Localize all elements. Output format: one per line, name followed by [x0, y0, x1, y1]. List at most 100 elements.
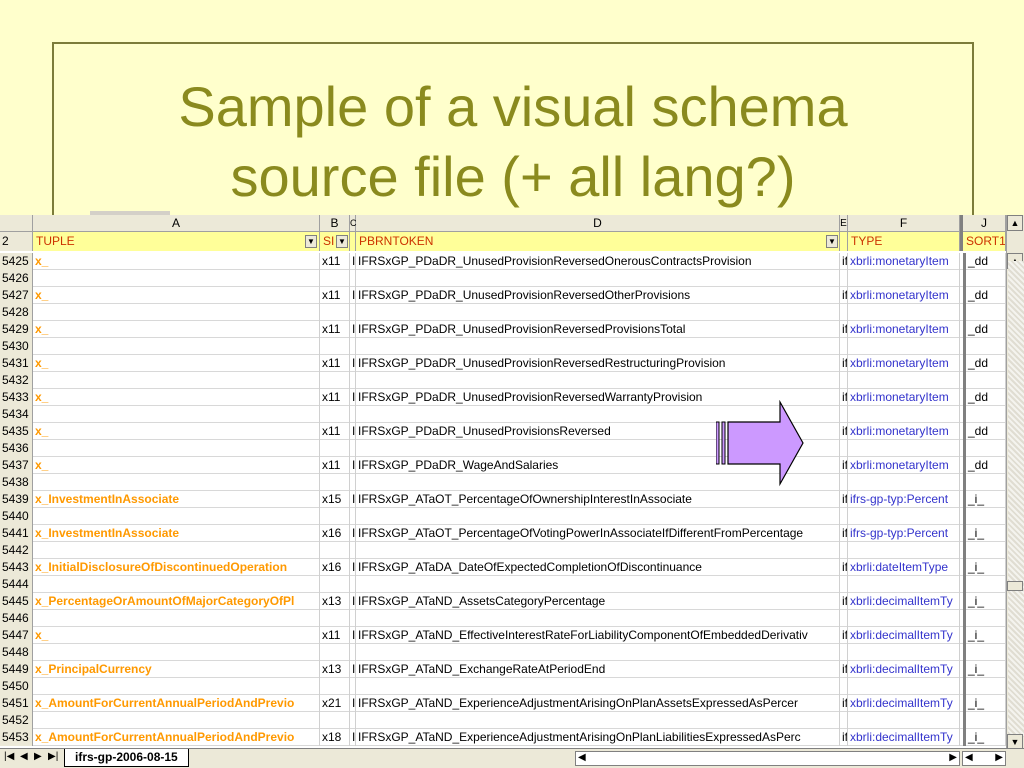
cell-tuple[interactable]: x_InitialDisclosureOfDiscontinuedOperati…	[33, 559, 320, 576]
cell-si[interactable]	[320, 474, 350, 491]
col-header-f[interactable]: F	[848, 215, 960, 232]
cell-tuple[interactable]	[33, 440, 320, 457]
cell-si[interactable]	[320, 678, 350, 695]
row-number[interactable]: 5446	[0, 610, 33, 627]
cell-pbrntoken[interactable]	[356, 678, 840, 695]
cell-tuple[interactable]: x_AmountForCurrentAnnualPeriodAndPrevio	[33, 729, 320, 746]
cell-pbrntoken[interactable]: IFRSxGP_PDaDR_UnusedProvisionReversedPro…	[356, 321, 840, 338]
cell-si[interactable]: x21	[320, 695, 350, 712]
cell-si[interactable]	[320, 644, 350, 661]
cell-si[interactable]	[320, 338, 350, 355]
cell-pbrntoken[interactable]	[356, 372, 840, 389]
row-number[interactable]: 5442	[0, 542, 33, 559]
scroll-up-icon[interactable]: ▲	[1007, 215, 1023, 231]
cell-type[interactable]	[848, 338, 960, 355]
scroll-right-icon[interactable]: ▶	[949, 752, 957, 763]
prev-sheet-icon[interactable]: ◀	[20, 751, 28, 762]
cell-pbrntoken[interactable]: IFRSxGP_ATaND_ExperienceAdjustmentArisin…	[356, 695, 840, 712]
cell-sort1[interactable]	[963, 644, 1006, 661]
cell-e[interactable]	[840, 542, 848, 559]
cell-pbrntoken[interactable]: IFRSxGP_PDaDR_UnusedProvisionReversedRes…	[356, 355, 840, 372]
cell-type[interactable]	[848, 440, 960, 457]
cell-e[interactable]: if	[840, 661, 848, 678]
first-sheet-icon[interactable]: |◀	[4, 751, 14, 762]
cell-tuple[interactable]: x_	[33, 321, 320, 338]
cell-type[interactable]	[848, 372, 960, 389]
cell-si[interactable]	[320, 508, 350, 525]
cell-si[interactable]	[320, 406, 350, 423]
cell-si[interactable]: x11	[320, 321, 350, 338]
cell-e[interactable]: if	[840, 559, 848, 576]
row-number[interactable]: 5425	[0, 253, 33, 270]
cell-tuple[interactable]	[33, 372, 320, 389]
cell-e[interactable]: if	[840, 491, 848, 508]
cell-pbrntoken[interactable]: IFRSxGP_PDaDR_UnusedProvisionReversedOne…	[356, 253, 840, 270]
cell-si[interactable]: x11	[320, 287, 350, 304]
cell-si[interactable]: x11	[320, 355, 350, 372]
cell-si[interactable]: x15	[320, 491, 350, 508]
cell-e[interactable]: if	[840, 423, 848, 440]
cell-e[interactable]	[840, 372, 848, 389]
row-number[interactable]: 5448	[0, 644, 33, 661]
header-cell-type[interactable]: TYPE	[848, 232, 960, 251]
cell-type[interactable]: xbrli:dateItemType	[848, 559, 960, 576]
col-header-a[interactable]: A	[33, 215, 320, 232]
cell-si[interactable]: x11	[320, 457, 350, 474]
cell-pbrntoken[interactable]: IFRSxGP_ATaND_ExperienceAdjustmentArisin…	[356, 729, 840, 746]
cell-pbrntoken[interactable]	[356, 542, 840, 559]
cell-sort1[interactable]: _dd	[963, 253, 1006, 270]
row-number[interactable]: 5441	[0, 525, 33, 542]
cell-type[interactable]	[848, 406, 960, 423]
cell-sort1[interactable]	[963, 610, 1006, 627]
cell-tuple[interactable]	[33, 712, 320, 729]
cell-type[interactable]: xbrli:decimalItemTy	[848, 729, 960, 746]
row-number[interactable]: 2	[0, 232, 33, 251]
cell-e[interactable]	[840, 440, 848, 457]
cell-pbrntoken[interactable]: IFRSxGP_ATaDA_DateOfExpectedCompletionOf…	[356, 559, 840, 576]
cell-si[interactable]: x18	[320, 729, 350, 746]
cell-sort1[interactable]	[963, 406, 1006, 423]
cell-sort1[interactable]	[963, 508, 1006, 525]
cell-type[interactable]: xbrli:decimalItemTy	[848, 695, 960, 712]
cell-tuple[interactable]: x_	[33, 355, 320, 372]
cell-type[interactable]: ifrs-gp-typ:Percent	[848, 525, 960, 542]
cell-pbrntoken[interactable]	[356, 508, 840, 525]
cell-tuple[interactable]: x_	[33, 627, 320, 644]
col-header-j[interactable]: J	[960, 215, 1006, 232]
row-number[interactable]: 5428	[0, 304, 33, 321]
cell-sort1[interactable]	[963, 372, 1006, 389]
cell-pbrntoken[interactable]: IFRSxGP_ATaND_AssetsCategoryPercentage	[356, 593, 840, 610]
cell-pbrntoken[interactable]	[356, 712, 840, 729]
cell-sort1[interactable]: _i_	[963, 627, 1006, 644]
cell-type[interactable]: xbrli:monetaryItem	[848, 389, 960, 406]
cell-si[interactable]	[320, 440, 350, 457]
cell-si[interactable]	[320, 712, 350, 729]
cell-e[interactable]: if	[840, 457, 848, 474]
cell-tuple[interactable]: x_	[33, 423, 320, 440]
cell-type[interactable]: xbrli:decimalItemTy	[848, 661, 960, 678]
cell-tuple[interactable]: x_	[33, 287, 320, 304]
row-number[interactable]: 5434	[0, 406, 33, 423]
row-number[interactable]: 5433	[0, 389, 33, 406]
cell-si[interactable]	[320, 270, 350, 287]
vertical-scrollbar[interactable]: ▲ ▲ ▼	[1006, 215, 1024, 751]
cell-e[interactable]: if	[840, 287, 848, 304]
cell-e[interactable]: if	[840, 321, 848, 338]
cell-sort1[interactable]	[963, 712, 1006, 729]
cell-sort1[interactable]: _dd	[963, 287, 1006, 304]
cell-type[interactable]: xbrli:monetaryItem	[848, 253, 960, 270]
cell-type[interactable]: ifrs-gp-typ:Percent	[848, 491, 960, 508]
cell-tuple[interactable]: x_	[33, 253, 320, 270]
scroll-right-icon[interactable]: ▶	[995, 752, 1003, 763]
cell-e[interactable]: if	[840, 389, 848, 406]
cell-type[interactable]	[848, 712, 960, 729]
cell-si[interactable]: x16	[320, 525, 350, 542]
cell-type[interactable]: xbrli:monetaryItem	[848, 457, 960, 474]
cell-sort1[interactable]: _i_	[963, 661, 1006, 678]
cell-si[interactable]	[320, 576, 350, 593]
cell-si[interactable]	[320, 372, 350, 389]
cell-sort1[interactable]: _dd	[963, 355, 1006, 372]
cell-pbrntoken[interactable]	[356, 304, 840, 321]
cell-type[interactable]: xbrli:decimalItemTy	[848, 627, 960, 644]
cell-sort1[interactable]: _dd	[963, 389, 1006, 406]
